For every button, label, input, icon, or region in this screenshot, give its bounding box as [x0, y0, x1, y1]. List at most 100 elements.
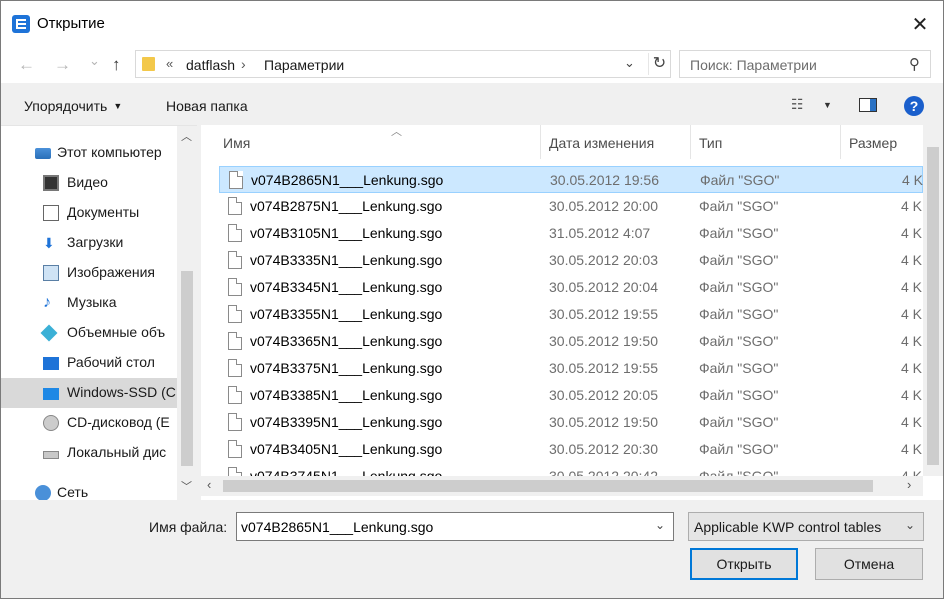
file-icon	[229, 171, 243, 189]
scrollbar-thumb[interactable]	[181, 271, 193, 466]
column-header-name[interactable]: ︿ Имя	[219, 125, 541, 159]
sidebar-item[interactable]: Сеть	[1, 478, 177, 500]
file-date-modified: 30.05.2012 19:55	[549, 306, 658, 322]
refresh-icon[interactable]: ↻	[648, 53, 670, 75]
file-date-modified: 30.05.2012 20:00	[549, 198, 658, 214]
filename-input[interactable]	[237, 513, 647, 540]
breadcrumb-separator-icon[interactable]: ›	[241, 56, 246, 72]
address-bar[interactable]: « datflash › Параметрии ⌄ ↻	[135, 50, 671, 78]
column-header-date[interactable]: Дата изменения	[541, 125, 691, 159]
view-options-chevron-icon[interactable]: ▼	[823, 100, 832, 110]
file-row[interactable]: v074B2865N1___Lenkung.sgo 30.05.2012 19:5…	[219, 166, 923, 193]
file-name: v074B3345N1___Lenkung.sgo	[250, 279, 443, 295]
file-row[interactable]: v074B3385N1___Lenkung.sgo 30.05.2012 20:0…	[219, 382, 923, 409]
close-button[interactable]: ✕	[897, 1, 943, 47]
search-box[interactable]: Поиск: Параметрии ⚲	[679, 50, 931, 78]
sidebar-item[interactable]: Документы	[1, 198, 177, 228]
file-row[interactable]: v074B3365N1___Lenkung.sgo 30.05.2012 19:5…	[219, 328, 923, 355]
file-row[interactable]: v074B3405N1___Lenkung.sgo 30.05.2012 20:3…	[219, 436, 923, 463]
file-row[interactable]: v074B3355N1___Lenkung.sgo 30.05.2012 19:5…	[219, 301, 923, 328]
breadcrumb-overflow-icon[interactable]: «	[166, 56, 173, 71]
file-name: v074B2865N1___Lenkung.sgo	[251, 172, 444, 188]
file-size: 4 K	[901, 279, 923, 295]
file-size: 4 K	[901, 360, 923, 376]
toolbar: Упорядочить ▼ Новая папка ☷ ▼ ?	[1, 87, 943, 125]
cancel-button[interactable]: Отмена	[815, 548, 923, 580]
sidebar-item-label: CD-дисковод (E	[67, 414, 170, 430]
up-arrow-icon[interactable]: ↑	[112, 55, 121, 75]
file-row[interactable]: v074B3105N1___Lenkung.sgo 31.05.2012 4:07…	[219, 220, 923, 247]
file-type: Файл "SGO"	[699, 306, 779, 322]
address-dropdown-icon[interactable]: ⌄	[624, 55, 635, 71]
new-folder-button[interactable]: Новая папка	[166, 98, 248, 114]
file-size: 4 K	[901, 333, 923, 349]
file-row[interactable]: v074B3395N1___Lenkung.sgo 30.05.2012 19:5…	[219, 409, 923, 436]
sidebar-item-label: Документы	[67, 204, 140, 220]
sidebar-item[interactable]: Локальный дис	[1, 438, 177, 468]
search-input[interactable]: Поиск: Параметрии	[690, 57, 817, 73]
windows-drive-icon	[43, 388, 59, 400]
file-name: v074B3375N1___Lenkung.sgo	[250, 360, 443, 376]
open-button[interactable]: Открыть	[690, 548, 798, 580]
back-arrow-icon[interactable]: ←	[18, 55, 35, 75]
file-row[interactable]: v074B3345N1___Lenkung.sgo 30.05.2012 20:0…	[219, 274, 923, 301]
folder-icon	[142, 57, 155, 71]
sidebar-item[interactable]: ⬇ Загрузки	[1, 228, 177, 258]
file-size: 4 K	[901, 252, 923, 268]
file-size: 4 K	[901, 387, 923, 403]
file-size: 4 K	[901, 198, 923, 214]
column-header-name-label: Имя	[223, 135, 251, 151]
video-icon	[43, 175, 59, 191]
file-type-filter[interactable]: Applicable KWP control tables ⌄	[688, 512, 924, 541]
filename-combobox[interactable]: ⌄	[236, 512, 674, 541]
sidebar-item[interactable]: Изображения	[1, 258, 177, 288]
file-size: 4 K	[901, 414, 923, 430]
scroll-left-icon[interactable]: ‹	[207, 477, 211, 492]
file-name: v074B3405N1___Lenkung.sgo	[250, 441, 443, 457]
downloads-icon: ⬇	[43, 235, 55, 251]
preview-pane-icon[interactable]	[859, 98, 877, 112]
file-type: Файл "SGO"	[699, 387, 779, 403]
sidebar-item[interactable]: Этот компьютер	[1, 138, 177, 168]
filename-dropdown-icon[interactable]: ⌄	[655, 518, 665, 532]
file-icon	[228, 413, 242, 431]
file-list-vertical-scrollbar[interactable]	[923, 125, 943, 476]
view-options-icon[interactable]: ☷	[791, 96, 804, 113]
column-header-type[interactable]: Тип	[691, 125, 841, 159]
computer-icon	[35, 148, 51, 159]
sidebar-item[interactable]: Рабочий стол	[1, 348, 177, 378]
file-list-horizontal-scrollbar[interactable]: ‹ ›	[201, 476, 923, 496]
forward-arrow-icon[interactable]: →	[54, 55, 71, 75]
sidebar-item[interactable]: Видео	[1, 168, 177, 198]
organize-label: Упорядочить	[24, 98, 108, 114]
sidebar-item[interactable]: ♪ Музыка	[1, 288, 177, 318]
sidebar-item[interactable]: Объемные объ	[1, 318, 177, 348]
scrollbar-thumb[interactable]	[223, 480, 873, 492]
navigation-pane: Этот компьютер Видео Документы ⬇ Загрузки Изо…	[1, 125, 197, 500]
chevron-down-icon[interactable]: ⌄	[905, 518, 915, 532]
breadcrumb-parametrii[interactable]: Параметрии	[264, 57, 344, 73]
scrollbar-thumb[interactable]	[927, 147, 939, 465]
navigation-pane-scrollbar[interactable]: ︿ ﹀	[177, 126, 197, 500]
scroll-right-icon[interactable]: ›	[907, 477, 911, 492]
organize-button[interactable]: Упорядочить ▼	[24, 98, 122, 114]
file-icon	[228, 440, 242, 458]
column-header-size[interactable]: Размер	[841, 125, 923, 159]
file-row[interactable]: v074B3335N1___Lenkung.sgo 30.05.2012 20:0…	[219, 247, 923, 274]
scroll-up-icon[interactable]: ︿	[181, 128, 192, 144]
breadcrumb-datflash[interactable]: datflash	[186, 57, 235, 73]
recent-locations-icon[interactable]: ⌄	[89, 53, 100, 69]
file-row[interactable]: v074B3375N1___Lenkung.sgo 30.05.2012 19:5…	[219, 355, 923, 382]
file-date-modified: 30.05.2012 19:50	[549, 333, 658, 349]
file-date-modified: 30.05.2012 20:30	[549, 441, 658, 457]
scroll-down-icon[interactable]: ﹀	[181, 478, 192, 494]
sidebar-item[interactable]: Windows-SSD (C	[1, 378, 177, 408]
sidebar-item-label: Изображения	[67, 264, 155, 280]
sidebar-item[interactable]: CD-дисковод (E	[1, 408, 177, 438]
file-name: v074B3365N1___Lenkung.sgo	[250, 333, 443, 349]
file-date-modified: 30.05.2012 19:56	[550, 172, 659, 188]
file-row[interactable]: v074B2875N1___Lenkung.sgo 30.05.2012 20:0…	[219, 193, 923, 220]
search-icon[interactable]: ⚲	[909, 55, 920, 73]
help-icon[interactable]: ?	[904, 96, 924, 116]
file-icon	[228, 224, 242, 242]
